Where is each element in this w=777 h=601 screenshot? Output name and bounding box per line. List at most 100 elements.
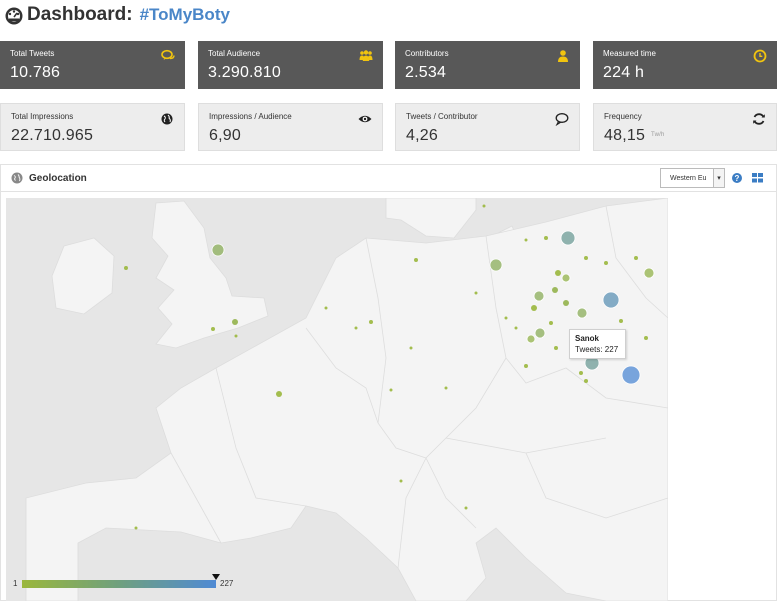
tooltip-value: Tweets: 227 bbox=[575, 345, 619, 354]
tweet-bubble bbox=[554, 346, 558, 350]
stat-value: 4,26 bbox=[406, 127, 438, 144]
tweet-bubble[interactable] bbox=[643, 267, 655, 279]
tweet-bubble bbox=[414, 258, 418, 262]
stat-label: Total Tweets bbox=[10, 49, 55, 58]
stat-value: 10.786 bbox=[10, 64, 61, 81]
geolocation-map[interactable] bbox=[6, 198, 668, 601]
tweet-bubble bbox=[389, 388, 393, 392]
tweet-bubble bbox=[549, 321, 553, 325]
stat-label: Total Audience bbox=[208, 49, 261, 58]
tweet-bubble bbox=[232, 319, 238, 325]
tweet-bubble bbox=[579, 371, 583, 375]
chat-bubbles-icon bbox=[161, 49, 175, 60]
tweet-bubble bbox=[644, 336, 648, 340]
tweet-bubble bbox=[124, 266, 128, 270]
tweet-bubble bbox=[444, 386, 448, 390]
tweet-bubble bbox=[324, 306, 328, 310]
stat-label: Contributors bbox=[405, 49, 449, 58]
tweet-bubble bbox=[211, 327, 215, 331]
geolocation-header: Geolocation Western Eu ▾ ? bbox=[1, 165, 776, 192]
tweet-bubble[interactable] bbox=[526, 334, 536, 344]
clock-icon bbox=[753, 49, 767, 63]
color-legend: 1 227 bbox=[0, 574, 260, 594]
speech-bubble-icon bbox=[555, 113, 569, 126]
tweet-bubble bbox=[524, 364, 528, 368]
tweet-bubble bbox=[354, 326, 358, 330]
svg-text:?: ? bbox=[735, 174, 740, 183]
tweet-bubble bbox=[584, 379, 588, 383]
tweet-bubble bbox=[134, 526, 138, 530]
stat-value: 224 h bbox=[603, 64, 645, 81]
legend-marker-icon bbox=[212, 574, 220, 580]
legend-max: 227 bbox=[220, 579, 234, 588]
tweet-bubble bbox=[524, 238, 528, 242]
stat-label: Measured time bbox=[603, 49, 656, 58]
tweet-bubble bbox=[276, 391, 282, 397]
user-icon bbox=[558, 50, 568, 62]
region-select-value: Western Eu bbox=[670, 174, 707, 182]
stat-card-total-tweets: Total Tweets 10.786 bbox=[0, 41, 185, 89]
stat-value: 3.290.810 bbox=[208, 64, 281, 81]
tweet-bubble bbox=[555, 270, 561, 276]
tweet-bubble bbox=[369, 320, 373, 324]
tweet-bubble[interactable] bbox=[489, 258, 503, 272]
tweet-bubble bbox=[584, 256, 588, 260]
stat-card-contributors: Contributors 2.534 bbox=[395, 41, 580, 89]
tweet-bubble[interactable] bbox=[211, 243, 225, 257]
tweet-bubble bbox=[634, 256, 638, 260]
dashboard-gauge-icon bbox=[5, 7, 23, 25]
tweet-bubble[interactable] bbox=[561, 273, 571, 283]
tweet-bubble bbox=[604, 261, 608, 265]
tweet-bubble[interactable] bbox=[576, 307, 588, 319]
dashboard-header: Dashboard: #ToMyBoty bbox=[0, 0, 777, 30]
tweet-bubble[interactable] bbox=[534, 327, 546, 339]
stat-card-tweets-contributor: Tweets / Contributor 4,26 bbox=[395, 103, 580, 151]
tweet-bubble bbox=[409, 346, 413, 350]
stat-label: Impressions / Audience bbox=[209, 112, 292, 121]
tweet-bubble bbox=[234, 334, 238, 338]
stat-card-impressions-audience: Impressions / Audience 6,90 bbox=[198, 103, 383, 151]
map-tooltip: Sanok Tweets: 227 bbox=[569, 329, 626, 359]
tweet-bubble bbox=[474, 291, 478, 295]
help-icon[interactable]: ? bbox=[732, 173, 742, 183]
chevron-down-icon[interactable]: ▾ bbox=[713, 169, 724, 187]
stat-value: 22.710.965 bbox=[11, 127, 94, 144]
stat-label: Tweets / Contributor bbox=[406, 112, 478, 121]
stat-value: 2.534 bbox=[405, 64, 447, 81]
tweet-bubble bbox=[514, 326, 518, 330]
tweet-bubble bbox=[563, 300, 569, 306]
tweet-bubble bbox=[544, 236, 548, 240]
tweet-bubble[interactable] bbox=[602, 291, 620, 309]
legend-gradient-bar bbox=[22, 580, 216, 588]
region-select[interactable]: Western Eu ▾ bbox=[660, 168, 725, 188]
frequency-value: 48,15 bbox=[604, 127, 646, 144]
stat-label: Total Impressions bbox=[11, 112, 74, 121]
globe-icon bbox=[161, 113, 173, 125]
users-icon bbox=[359, 50, 373, 61]
tweet-bubble[interactable] bbox=[560, 230, 576, 246]
tweet-bubble[interactable] bbox=[621, 365, 641, 385]
eye-icon bbox=[358, 115, 372, 123]
page-title: Dashboard: bbox=[27, 4, 133, 25]
hashtag-title: #ToMyBoty bbox=[139, 5, 230, 24]
stat-value: 48,15 Tw/h bbox=[604, 127, 766, 145]
tweet-bubble bbox=[531, 305, 537, 311]
stat-value: 6,90 bbox=[209, 127, 241, 144]
tweet-bubble bbox=[464, 506, 468, 510]
stat-card-total-audience: Total Audience 3.290.810 bbox=[198, 41, 383, 89]
globe-icon bbox=[11, 172, 23, 184]
tweet-bubble bbox=[399, 479, 403, 483]
stat-card-total-impressions: Total Impressions 22.710.965 bbox=[0, 103, 185, 151]
grid-layout-icon[interactable] bbox=[752, 173, 763, 183]
tweet-bubble[interactable] bbox=[533, 290, 545, 302]
tweet-bubble bbox=[552, 287, 558, 293]
stat-label: Frequency bbox=[604, 112, 642, 121]
tweet-bubble bbox=[619, 319, 623, 323]
tooltip-city: Sanok bbox=[575, 334, 600, 343]
frequency-unit: Tw/h bbox=[651, 132, 665, 138]
stat-card-frequency: Frequency 48,15 Tw/h bbox=[593, 103, 777, 151]
stat-card-measured-time: Measured time 224 h bbox=[593, 41, 777, 89]
tweet-bubbles-layer bbox=[124, 204, 655, 530]
tweet-bubble bbox=[482, 204, 486, 208]
legend-min: 1 bbox=[13, 579, 18, 588]
